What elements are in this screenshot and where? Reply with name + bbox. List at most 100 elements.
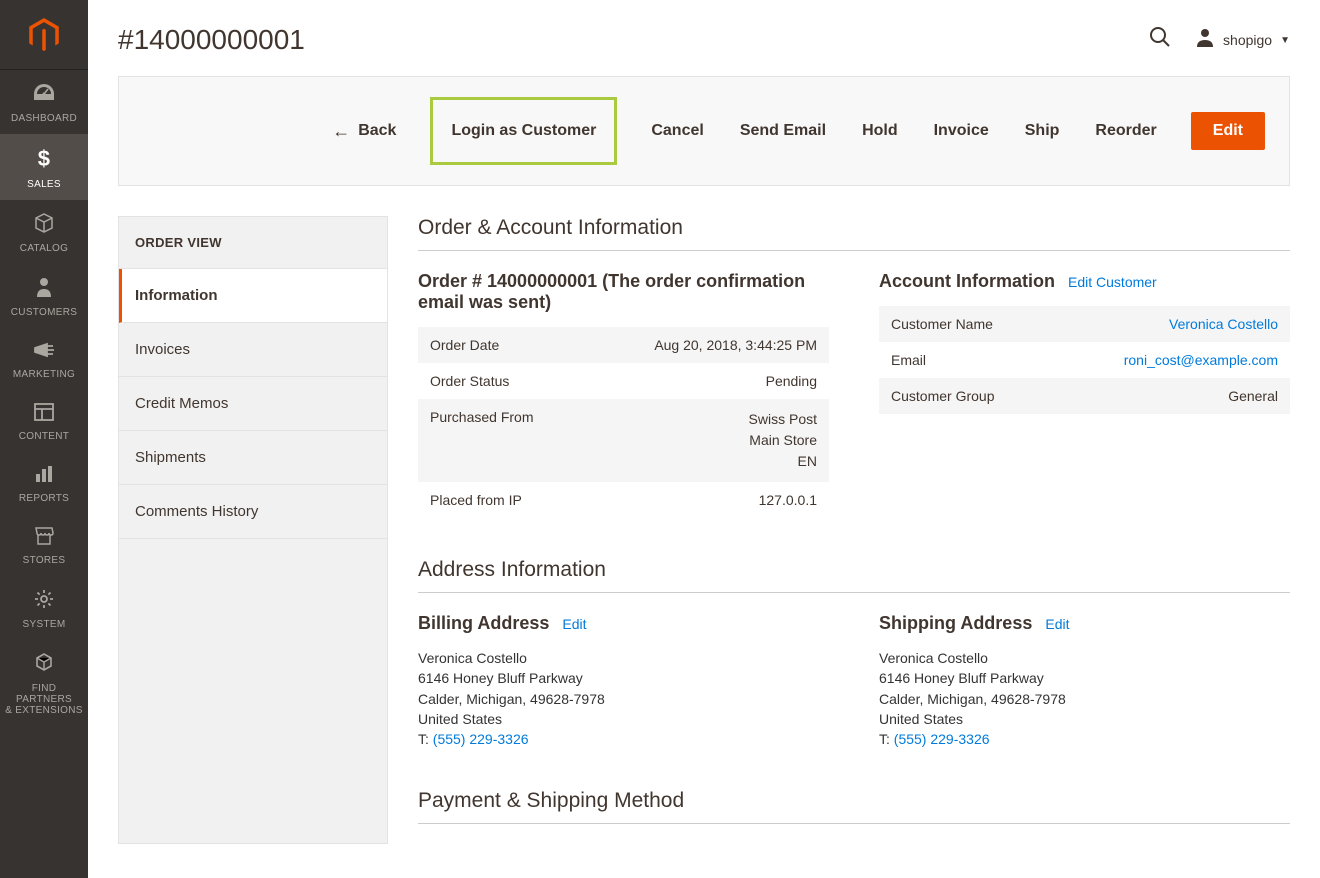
table-row: Order Status Pending (418, 363, 829, 399)
shipping-street: 6146 Honey Bluff Parkway (879, 668, 1290, 688)
send-email-button[interactable]: Send Email (738, 116, 828, 146)
purchased-from-value: Swiss Post Main Store EN (585, 399, 829, 482)
reorder-button[interactable]: Reorder (1093, 116, 1158, 146)
order-status-value: Pending (585, 363, 829, 399)
nav-label: DASHBOARD (11, 113, 77, 124)
billing-tel-prefix: T: (418, 731, 433, 747)
back-button[interactable]: ← Back (330, 115, 398, 148)
table-row: Placed from IP 127.0.0.1 (418, 482, 829, 518)
customer-name-label: Customer Name (879, 306, 1050, 342)
billing-street: 6146 Honey Bluff Parkway (418, 668, 829, 688)
nav-label: CATALOG (20, 243, 68, 254)
nav-sales[interactable]: $ SALES (0, 134, 88, 200)
nav-content[interactable]: CONTENT (0, 390, 88, 452)
back-label: Back (358, 122, 396, 140)
hold-button[interactable]: Hold (860, 116, 900, 146)
ship-button[interactable]: Ship (1023, 116, 1062, 146)
nav-system[interactable]: SYSTEM (0, 576, 88, 640)
arrow-left-icon: ← (332, 121, 350, 142)
sales-icon: $ (35, 146, 53, 174)
magento-logo[interactable] (0, 0, 88, 70)
billing-country: United States (418, 709, 829, 729)
order-view-header: ORDER VIEW (119, 217, 387, 269)
table-row: Customer Name Veronica Costello (879, 306, 1290, 342)
table-row: Purchased From Swiss Post Main Store EN (418, 399, 829, 482)
billing-title: Billing Address (418, 613, 549, 633)
nav-reports[interactable]: REPORTS (0, 452, 88, 514)
billing-tel[interactable]: (555) 229-3326 (433, 731, 529, 747)
billing-edit-link[interactable]: Edit (562, 616, 586, 632)
billing-city: Calder, Michigan, 49628-7978 (418, 689, 829, 709)
nav-stores[interactable]: STORES (0, 514, 88, 576)
section-address: Address Information (418, 558, 1290, 593)
nav-label: CONTENT (19, 431, 69, 442)
nav-label: FIND PARTNERS & EXTENSIONS (4, 683, 84, 716)
tab-information[interactable]: Information (119, 269, 387, 323)
order-info-table: Order Date Aug 20, 2018, 3:44:25 PM Orde… (418, 327, 829, 518)
shipping-name: Veronica Costello (879, 648, 1290, 668)
purchased-from-label: Purchased From (418, 399, 585, 482)
nav-label: STORES (23, 555, 66, 566)
order-info-title: Order # 14000000001 (The order confirmat… (418, 271, 829, 313)
billing-name: Veronica Costello (418, 648, 829, 668)
shipping-country: United States (879, 709, 1290, 729)
avatar-icon (1195, 27, 1215, 53)
customer-name-link[interactable]: Veronica Costello (1169, 316, 1278, 332)
shipping-tel-prefix: T: (879, 731, 894, 747)
section-order-account: Order & Account Information (418, 216, 1290, 251)
page-title: #14000000001 (118, 24, 305, 56)
shipping-city: Calder, Michigan, 49628-7978 (879, 689, 1290, 709)
tab-shipments[interactable]: Shipments (119, 431, 387, 485)
reports-icon (33, 464, 55, 488)
tab-invoices[interactable]: Invoices (119, 323, 387, 377)
account-info-table: Customer Name Veronica Costello Email ro… (879, 306, 1290, 414)
svg-text:$: $ (38, 146, 51, 170)
catalog-icon (33, 212, 55, 238)
section-payment-shipping: Payment & Shipping Method (418, 789, 1290, 824)
user-menu[interactable]: shopigo ▼ (1195, 27, 1290, 53)
order-date-label: Order Date (418, 327, 585, 363)
table-row: Customer Group General (879, 378, 1290, 414)
nav-marketing[interactable]: MARKETING (0, 328, 88, 390)
customer-group-value: General (1050, 378, 1290, 414)
table-row: Email roni_cost@example.com (879, 342, 1290, 378)
admin-sidebar: DASHBOARD $ SALES CATALOG CUSTOMERS MARK… (0, 0, 88, 878)
marketing-icon (33, 340, 55, 364)
action-bar: ← Back Login as Customer Cancel Send Ema… (118, 76, 1290, 186)
placed-ip-value: 127.0.0.1 (585, 482, 829, 518)
nav-dashboard[interactable]: DASHBOARD (0, 70, 88, 134)
nav-catalog[interactable]: CATALOG (0, 200, 88, 264)
account-info-title: Account Information (879, 271, 1055, 291)
edit-customer-link[interactable]: Edit Customer (1068, 274, 1157, 290)
shipping-address: Veronica Costello 6146 Honey Bluff Parkw… (879, 648, 1290, 749)
login-as-customer-button[interactable]: Login as Customer (430, 97, 617, 165)
content-icon (33, 402, 55, 426)
customer-group-label: Customer Group (879, 378, 1050, 414)
shipping-tel[interactable]: (555) 229-3326 (894, 731, 990, 747)
dashboard-icon (32, 82, 56, 108)
username: shopigo (1223, 32, 1272, 48)
customer-email-label: Email (879, 342, 1050, 378)
order-status-label: Order Status (418, 363, 585, 399)
nav-label: CUSTOMERS (11, 307, 77, 318)
chevron-down-icon: ▼ (1280, 35, 1290, 46)
nav-label: SYSTEM (23, 619, 66, 630)
stores-icon (33, 526, 55, 550)
customer-email-link[interactable]: roni_cost@example.com (1124, 352, 1278, 368)
tab-comments-history[interactable]: Comments History (119, 485, 387, 539)
customers-icon (35, 276, 53, 302)
nav-customers[interactable]: CUSTOMERS (0, 264, 88, 328)
nav-label: REPORTS (19, 493, 69, 504)
billing-address: Veronica Costello 6146 Honey Bluff Parkw… (418, 648, 829, 749)
shipping-edit-link[interactable]: Edit (1045, 616, 1069, 632)
placed-ip-label: Placed from IP (418, 482, 585, 518)
search-icon[interactable] (1149, 26, 1171, 54)
edit-button[interactable]: Edit (1191, 112, 1265, 150)
tab-credit-memos[interactable]: Credit Memos (119, 377, 387, 431)
shipping-title: Shipping Address (879, 613, 1032, 633)
system-icon (33, 588, 55, 614)
nav-partners[interactable]: FIND PARTNERS & EXTENSIONS (0, 640, 88, 726)
invoice-button[interactable]: Invoice (932, 116, 991, 146)
cancel-button[interactable]: Cancel (649, 116, 705, 146)
nav-label: MARKETING (13, 369, 75, 380)
